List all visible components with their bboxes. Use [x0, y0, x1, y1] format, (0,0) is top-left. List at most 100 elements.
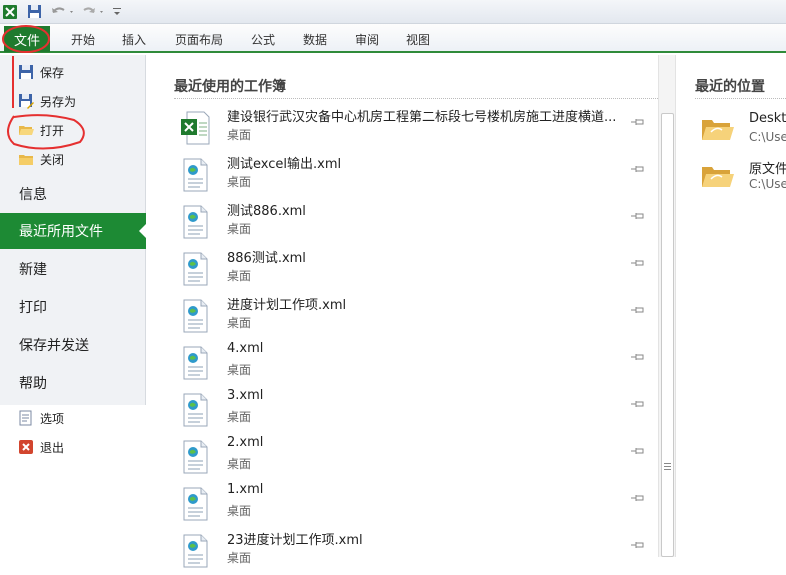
file-location: 桌面 [227, 363, 252, 377]
save-icon [18, 64, 34, 80]
file-name: 23进度计划工作项.xml [227, 533, 363, 548]
file-location: 桌面 [227, 551, 252, 565]
exit-icon [18, 439, 34, 455]
menu-print[interactable]: 打印 [0, 289, 146, 325]
place-path: C:\Use [749, 177, 786, 191]
save-icon[interactable] [26, 3, 42, 20]
file-name: 4.xml [227, 341, 264, 356]
file-name: 测试excel输出.xml [227, 157, 342, 172]
excel-file-icon [180, 111, 210, 145]
xml-file-icon [180, 487, 210, 521]
folder-icon [700, 115, 734, 143]
recent-place-item[interactable]: 原文件 C:\Use [700, 158, 786, 198]
file-name: 建设银行武汉灾备中心机房工程第二标段七号楼机房施工进度横道... [227, 110, 617, 125]
divider [695, 98, 786, 99]
recent-file-item[interactable]: 3.xml 桌面 [178, 388, 648, 434]
xml-file-icon [180, 440, 210, 474]
undo-icon[interactable] [50, 3, 76, 20]
menu-save-as[interactable]: 另存为 [18, 92, 76, 110]
menu-options[interactable]: 选项 [18, 409, 64, 427]
pin-icon[interactable] [630, 163, 646, 173]
menu-exit[interactable]: 退出 [18, 438, 64, 456]
place-path: C:\Use [749, 130, 786, 144]
excel-app-icon[interactable] [2, 3, 18, 20]
xml-file-icon [180, 252, 210, 286]
recent-workbooks-panel: 最近使用的工作簿 建设银行武汉灾备中心机房工程第二标段七号楼机房施工进度横道..… [146, 55, 678, 568]
pin-icon[interactable] [630, 539, 646, 549]
menu-save[interactable]: 保存 [18, 63, 64, 81]
tab-review[interactable]: 审阅 [355, 31, 379, 48]
file-location: 桌面 [227, 269, 252, 283]
ribbon-tabs: 文件 开始 插入 页面布局 公式 数据 审阅 视图 [0, 24, 786, 53]
close-folder-icon [18, 151, 34, 167]
menu-close-label: 关闭 [40, 152, 65, 167]
recent-file-item[interactable]: 886测试.xml 桌面 [178, 247, 648, 293]
xml-file-icon [180, 158, 210, 192]
file-location: 桌面 [227, 410, 252, 424]
recent-file-item[interactable]: 1.xml 桌面 [178, 482, 648, 528]
redo-icon[interactable] [80, 3, 106, 20]
customize-toolbar-icon[interactable] [110, 3, 124, 20]
recent-places-panel: 最近的位置 Deskto C:\Use 原文件 C:\Use [678, 55, 786, 557]
pin-icon[interactable] [630, 398, 646, 408]
tab-insert[interactable]: 插入 [122, 31, 146, 48]
menu-recent[interactable]: 最近所用文件 [0, 213, 147, 249]
file-location: 桌面 [227, 504, 252, 518]
menu-open[interactable]: 打开 [18, 121, 64, 139]
pin-icon[interactable] [630, 257, 646, 267]
options-icon [18, 410, 34, 426]
recent-workbooks-title: 最近使用的工作簿 [174, 79, 286, 95]
open-folder-icon [18, 122, 34, 138]
file-location: 桌面 [227, 316, 252, 330]
divider [174, 98, 662, 99]
menu-options-label: 选项 [40, 411, 65, 426]
xml-file-icon [180, 534, 210, 568]
folder-icon [700, 162, 734, 190]
recent-file-item[interactable]: 23进度计划工作项.xml 桌面 [178, 529, 648, 575]
menu-exit-label: 退出 [40, 440, 65, 455]
menu-help[interactable]: 帮助 [0, 365, 146, 401]
menu-info[interactable]: 信息 [0, 176, 146, 212]
tab-data[interactable]: 数据 [303, 31, 327, 48]
tab-view[interactable]: 视图 [406, 31, 430, 48]
xml-file-icon [180, 346, 210, 380]
tab-page-layout[interactable]: 页面布局 [175, 31, 223, 48]
pin-icon[interactable] [630, 492, 646, 502]
pin-icon[interactable] [630, 351, 646, 361]
pin-icon[interactable] [630, 445, 646, 455]
file-name: 2.xml [227, 435, 264, 450]
recent-place-item[interactable]: Deskto C:\Use [700, 111, 786, 151]
xml-file-icon [180, 299, 210, 333]
scrollbar-grip [664, 469, 671, 470]
recent-file-item[interactable]: 4.xml 桌面 [178, 341, 648, 387]
xml-file-icon [180, 205, 210, 239]
menu-save-as-label: 另存为 [40, 94, 77, 109]
scrollbar-grip [664, 466, 671, 467]
menu-save-label: 保存 [40, 65, 65, 80]
recent-file-item[interactable]: 建设银行武汉灾备中心机房工程第二标段七号楼机房施工进度横道... 桌面 [178, 106, 648, 152]
tab-home[interactable]: 开始 [71, 31, 95, 48]
recent-file-item[interactable]: 测试886.xml 桌面 [178, 200, 648, 246]
xml-file-icon [180, 393, 210, 427]
recent-file-item[interactable]: 测试excel输出.xml 桌面 [178, 153, 648, 199]
tab-formulas[interactable]: 公式 [251, 31, 275, 48]
pin-icon[interactable] [630, 304, 646, 314]
pin-icon[interactable] [630, 210, 646, 220]
file-name: 3.xml [227, 388, 264, 403]
save-as-icon [18, 93, 34, 109]
scrollbar-thumb[interactable] [661, 113, 674, 557]
recent-file-item[interactable]: 进度计划工作项.xml 桌面 [178, 294, 648, 340]
place-name: Deskto [749, 111, 786, 126]
file-location: 桌面 [227, 457, 252, 471]
tab-file[interactable]: 文件 [4, 26, 50, 52]
file-name: 进度计划工作项.xml [227, 298, 347, 313]
menu-new[interactable]: 新建 [0, 251, 146, 287]
menu-close[interactable]: 关闭 [18, 150, 64, 168]
recent-file-item[interactable]: 2.xml 桌面 [178, 435, 648, 481]
file-location: 桌面 [227, 222, 252, 236]
file-name: 1.xml [227, 482, 264, 497]
scrollbar-grip [664, 463, 671, 464]
menu-save-send[interactable]: 保存并发送 [0, 327, 146, 363]
pin-icon[interactable] [630, 116, 646, 126]
file-location: 桌面 [227, 128, 252, 142]
